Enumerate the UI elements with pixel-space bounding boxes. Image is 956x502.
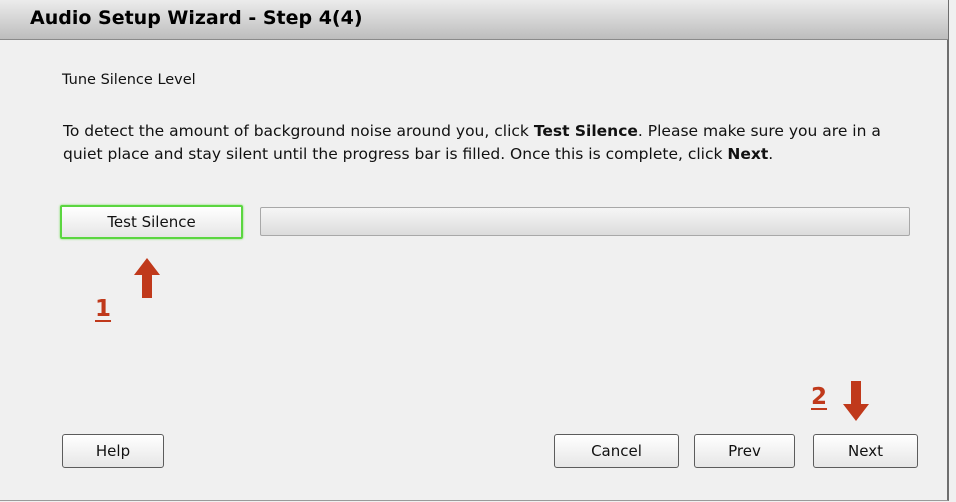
step-1-label: 1 [95,296,112,322]
section-title: Tune Silence Level [62,72,196,88]
arrow-down-icon [843,381,869,421]
instructions-text: To detect the amount of background noise… [63,120,903,166]
instructions-part-1: To detect the amount of background noise… [63,122,534,140]
step-2-label: 2 [811,384,828,410]
instructions-part-3: . [768,145,774,163]
prev-button[interactable]: Prev [694,434,795,468]
instructions-bold-next: Next [727,145,769,163]
next-button[interactable]: Next [813,434,918,468]
title-bar: Audio Setup Wizard - Step 4(4) [0,0,948,40]
instructions-bold-test-silence: Test Silence [533,122,638,140]
cancel-button[interactable]: Cancel [554,434,679,468]
help-button[interactable]: Help [62,434,164,468]
silence-progress-bar [260,207,910,236]
test-silence-button[interactable]: Test Silence [60,205,243,239]
arrow-up-icon [134,258,160,298]
window-title: Audio Setup Wizard - Step 4(4) [30,7,363,29]
audio-setup-wizard-dialog: Audio Setup Wizard - Step 4(4) Tune Sile… [0,0,949,501]
